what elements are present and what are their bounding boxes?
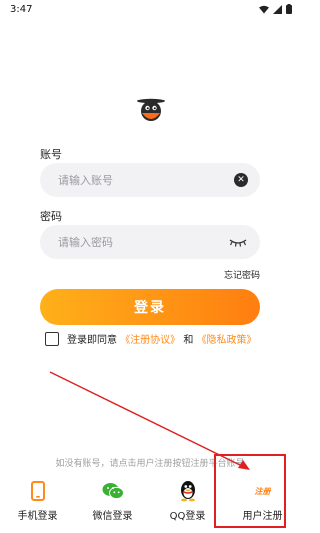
login-button[interactable]: 登录 [40,289,260,325]
clear-circle-icon[interactable]: ✕ [234,173,248,187]
status-bar: 3:47 [0,0,300,18]
password-field [40,225,260,259]
qq-login-label: QQ登录 [169,511,206,522]
wifi-icon [259,5,269,13]
wechat-icon [102,483,124,500]
status-time: 3:47 [10,3,33,15]
account-input[interactable] [58,173,234,187]
wechat-login-button[interactable]: 微信登录 [75,476,150,526]
wechat-login-label: 微信登录 [92,511,133,522]
phone-login-label: 手机登录 [17,511,58,522]
agreement-prefix: 登录即同意 [67,335,117,346]
account-field: ✕ [40,163,260,197]
battery-icon [286,4,292,14]
bottom-login-options: 手机登录 微信登录 QQ登录 注册 用户注册 [0,476,300,526]
user-register-button[interactable]: 注册 用户注册 [225,476,300,526]
qq-penguin-icon [180,481,195,502]
account-label: 账号 [40,148,62,161]
signal-icon [273,4,282,14]
qq-login-button[interactable]: QQ登录 [150,476,225,526]
status-icons [259,4,292,14]
user-register-label: 用户注册 [242,511,283,522]
eye-closed-icon[interactable] [228,237,248,247]
privacy-policy-link[interactable]: 《隐私政策》 [197,335,257,346]
agreement-checkbox[interactable] [45,331,59,346]
mascot-logo-icon [137,98,165,121]
user-agreement-link[interactable]: 《注册协议》 [120,335,180,346]
annotation-arrow [49,371,250,470]
phone-login-button[interactable]: 手机登录 [0,476,75,526]
register-icon: 注册 [252,480,274,502]
forgot-password-link[interactable]: 忘记密码 [224,268,260,281]
agreement-row: 登录即同意 《注册协议》 和 《隐私政策》 [45,331,257,346]
register-hint: 如没有账号，请点击用户注册按钮注册平台账号 [55,459,245,469]
phone-icon [30,481,45,501]
agreement-and: 和 [183,335,194,346]
password-input[interactable] [58,235,228,249]
login-screen: 3:47 账号 ✕ 密码 忘记密码 登录 登录即同意 [0,0,300,533]
register-icon-text: 注册 [254,486,271,496]
password-label: 密码 [40,210,62,223]
